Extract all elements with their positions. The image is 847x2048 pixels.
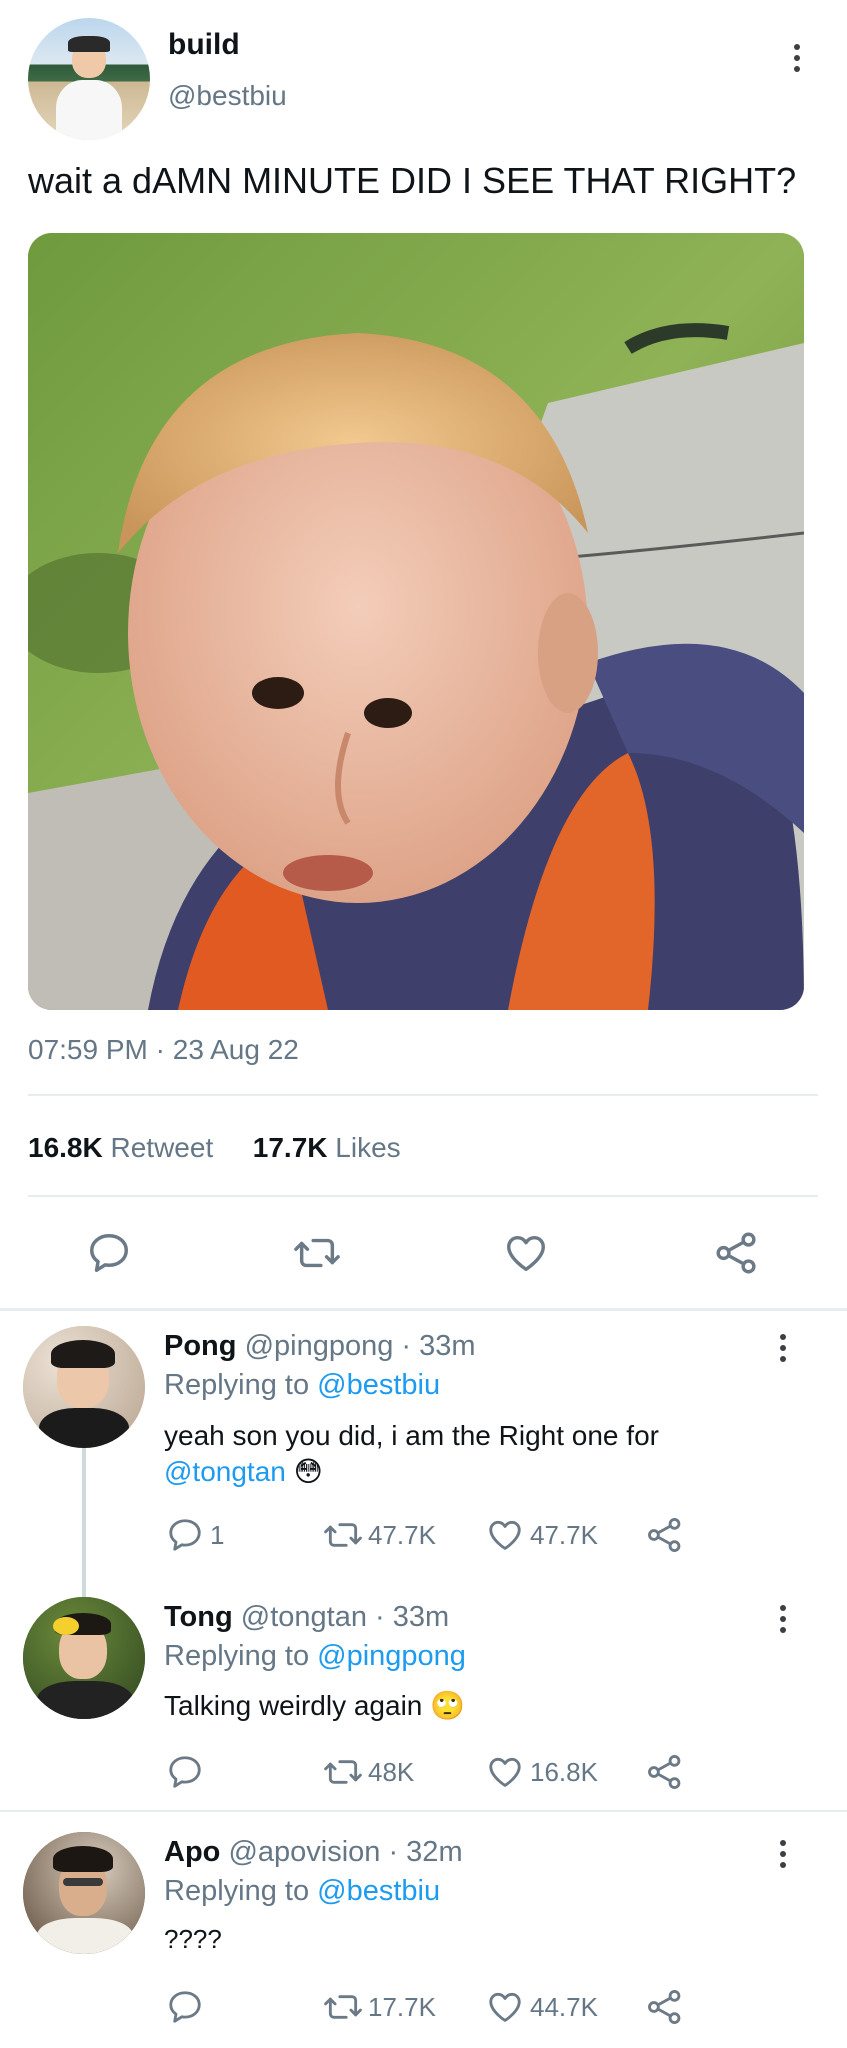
like-count: 44.7K xyxy=(530,1991,598,2022)
retweet-icon xyxy=(324,1523,362,1547)
more-options-icon[interactable] xyxy=(792,44,802,72)
retweet-count: 17.7K xyxy=(368,1991,436,2022)
replying-to: Replying to @bestbiu xyxy=(164,1369,440,1402)
reply-mention[interactable]: @tongtan xyxy=(164,1456,286,1487)
retweet-count: 47.7K xyxy=(368,1519,436,1550)
likes-label: Likes xyxy=(335,1132,401,1163)
retweet-label: Retweet xyxy=(110,1132,214,1163)
retweet-button[interactable]: 48K xyxy=(322,1753,414,1791)
reply-text: yeah son you did, i am the Right one for… xyxy=(164,1418,804,1490)
reply-author-name[interactable]: Apo xyxy=(164,1836,220,1868)
reply-author-handle[interactable]: @pingpong xyxy=(245,1330,394,1362)
reply-time: · 33m xyxy=(401,1330,476,1362)
reply-author-name[interactable]: Tong xyxy=(164,1601,233,1633)
retweet-icon xyxy=(324,1760,362,1784)
reply-icon xyxy=(169,1756,201,1788)
reply-button[interactable] xyxy=(166,1988,204,2026)
more-options-icon[interactable] xyxy=(778,1840,788,1868)
reply-button[interactable] xyxy=(86,1230,132,1276)
tweet-timestamp: 07:59 PM · 23 Aug 22 xyxy=(28,1034,299,1066)
replying-to-label: Replying to xyxy=(164,1875,310,1907)
tweet-time: 07:59 PM xyxy=(28,1034,148,1065)
share-button[interactable] xyxy=(646,1516,684,1554)
author-avatar[interactable] xyxy=(28,18,150,140)
replying-to-mention[interactable]: @pingpong xyxy=(317,1640,466,1672)
heart-icon xyxy=(507,1235,545,1272)
heart-icon xyxy=(489,1992,521,2022)
retweet-button[interactable]: 17.7K xyxy=(322,1988,436,2026)
retweet-button[interactable] xyxy=(292,1230,342,1276)
reply-text: Talking weirdly again 🙄 xyxy=(164,1688,465,1724)
replying-to-mention[interactable]: @bestbiu xyxy=(317,1875,440,1907)
reply-author-name[interactable]: Pong xyxy=(164,1330,237,1362)
author-name[interactable]: build xyxy=(168,28,240,62)
replying-to: Replying to @bestbiu xyxy=(164,1875,440,1908)
share-icon xyxy=(648,1755,681,1789)
retweet-icon xyxy=(324,1995,362,2019)
tweet-text: wait a dAMN MINUTE DID I SEE THAT RIGHT? xyxy=(28,160,797,201)
like-button[interactable]: 44.7K xyxy=(486,1988,598,2026)
reply-icon xyxy=(169,1519,201,1551)
share-button[interactable] xyxy=(646,1753,684,1791)
divider xyxy=(28,1094,818,1096)
flushed-emoji: 😳 xyxy=(293,1456,323,1487)
likes-stat[interactable]: 17.7K Likes xyxy=(253,1132,401,1163)
replying-to-mention[interactable]: @bestbiu xyxy=(317,1369,440,1401)
reply-time: · 32m xyxy=(388,1836,463,1868)
section-divider xyxy=(0,1810,847,1812)
share-icon xyxy=(648,1518,681,1552)
divider xyxy=(28,1195,818,1197)
reply-avatar-pong[interactable] xyxy=(23,1326,145,1448)
reply-author-handle[interactable]: @apovision xyxy=(228,1836,380,1868)
share-button[interactable] xyxy=(714,1230,760,1276)
reply-text: ???? xyxy=(164,1924,222,1954)
like-count: 16.8K xyxy=(530,1756,598,1787)
replying-to: Replying to @pingpong xyxy=(164,1640,466,1673)
reply-button[interactable]: 1 xyxy=(166,1516,224,1554)
retweet-icon xyxy=(294,1238,340,1268)
like-button[interactable]: 16.8K xyxy=(486,1753,598,1791)
reply-header: Apo @apovision · 32m xyxy=(164,1836,463,1869)
reply-text-line: yeah son you did, i am the Right one for xyxy=(164,1420,659,1451)
thread-line xyxy=(82,1448,86,1600)
reply-header: Pong @pingpong · 33m xyxy=(164,1330,476,1363)
more-options-icon[interactable] xyxy=(778,1334,788,1362)
like-button[interactable] xyxy=(503,1230,549,1276)
author-handle[interactable]: @bestbiu xyxy=(168,80,287,112)
reply-button[interactable] xyxy=(166,1753,204,1791)
reply-text-body: Talking weirdly again xyxy=(164,1690,423,1721)
like-count: 47.7K xyxy=(530,1519,598,1550)
retweet-stat[interactable]: 16.8K Retweet xyxy=(28,1132,221,1163)
tweet-image[interactable] xyxy=(28,233,804,1010)
reply-avatar-apo[interactable] xyxy=(23,1832,145,1954)
share-icon xyxy=(648,1990,681,2024)
replying-to-label: Replying to xyxy=(164,1369,310,1401)
tweet-date: 23 Aug 22 xyxy=(172,1034,299,1065)
share-button[interactable] xyxy=(646,1988,684,2026)
reply-icon xyxy=(169,1991,201,2023)
section-divider xyxy=(0,1308,847,1311)
likes-count: 17.7K xyxy=(252,1132,328,1163)
tweet-image-art xyxy=(28,233,804,1010)
like-button[interactable]: 47.7K xyxy=(486,1516,598,1554)
reply-time: · 33m xyxy=(375,1601,450,1633)
reply-header: Tong @tongtan · 33m xyxy=(164,1601,449,1634)
reply-author-handle[interactable]: @tongtan xyxy=(241,1601,367,1633)
reply-count: 1 xyxy=(210,1519,225,1550)
tweet-stats: 16.8K Retweet 17.7K Likes xyxy=(28,1132,401,1164)
reply-avatar-tong[interactable] xyxy=(23,1597,145,1719)
share-icon xyxy=(716,1232,756,1274)
more-options-icon[interactable] xyxy=(778,1605,788,1633)
eye-roll-emoji: 🙄 xyxy=(430,1690,466,1721)
heart-icon xyxy=(489,1757,521,1787)
replying-to-label: Replying to xyxy=(164,1640,310,1672)
reply-icon xyxy=(90,1234,128,1272)
retweet-count: 48K xyxy=(368,1756,415,1787)
retweet-count: 16.8K xyxy=(28,1132,103,1163)
retweet-button[interactable]: 47.7K xyxy=(322,1516,436,1554)
timestamp-separator: · xyxy=(155,1034,165,1065)
heart-icon xyxy=(489,1520,521,1550)
